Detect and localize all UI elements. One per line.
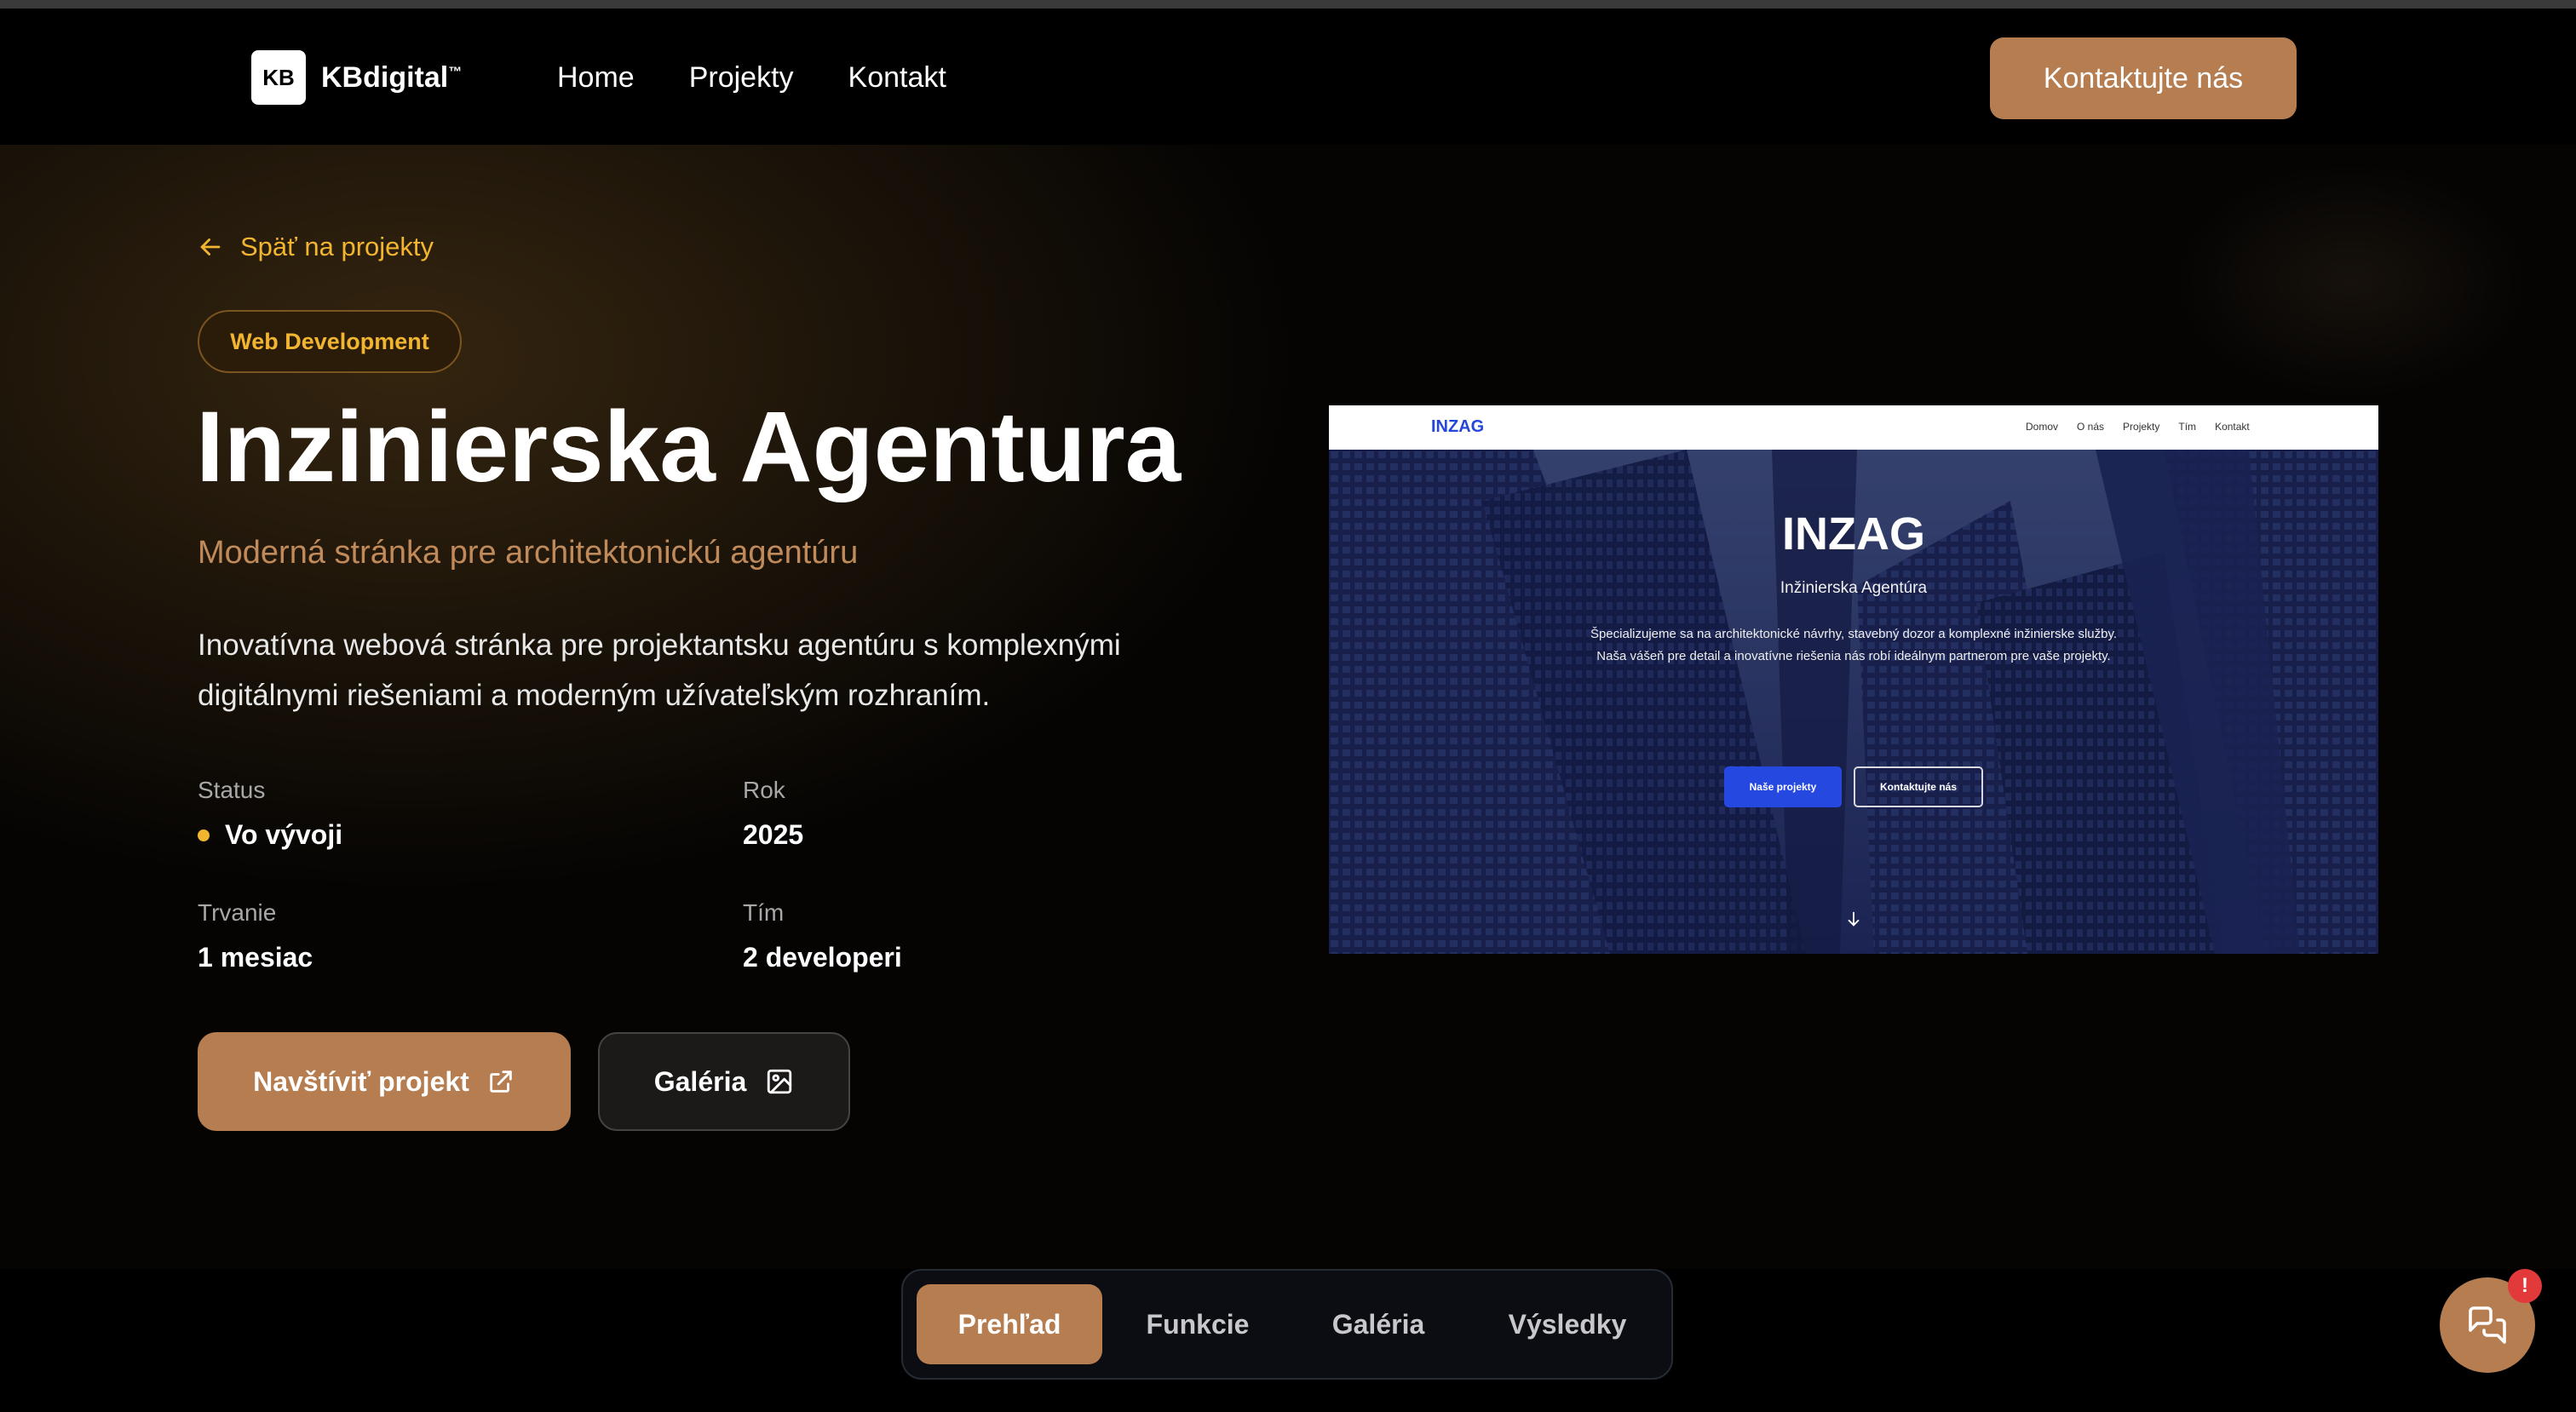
chat-bubbles-icon — [2469, 1306, 2506, 1344]
main-nav: Home Projekty Kontakt — [557, 61, 946, 95]
status-value: Vo vývoji — [198, 819, 342, 851]
year-label: Rok — [743, 777, 785, 803]
gallery-button[interactable]: Galéria — [598, 1032, 850, 1131]
site-header: KB KBdigital™ Home Projekty Kontakt Kont… — [0, 9, 2576, 145]
trademark-sign: ™ — [448, 65, 463, 80]
page-title: Inzinierska Agentura — [196, 391, 1182, 503]
preview-nav-item: Projekty — [2123, 421, 2160, 433]
site-logo[interactable]: KB KBdigital™ — [251, 50, 462, 105]
nav-projekty[interactable]: Projekty — [689, 61, 794, 95]
preview-subtitle: Inžinierska Agentúra — [1780, 579, 1928, 597]
visit-project-label: Navštíviť projekt — [253, 1065, 469, 1097]
image-icon — [768, 1069, 792, 1094]
preview-nav-item: Kontakt — [2215, 421, 2250, 433]
window-top-edge — [0, 0, 2576, 9]
status-text: Vo vývoji — [225, 819, 343, 850]
preview-nav-item: Tím — [2178, 421, 2197, 433]
project-subtitle: Moderná stránka pre architektonickú agen… — [198, 535, 859, 571]
back-to-projects-link[interactable]: Späť na projekty — [196, 232, 434, 262]
status-dot-icon — [198, 829, 210, 841]
arrow-left-icon — [200, 238, 221, 255]
category-badge: Web Development — [198, 310, 462, 373]
year-value: 2025 — [743, 819, 804, 850]
tab-galeria[interactable]: Galéria — [1293, 1284, 1463, 1364]
nav-home[interactable]: Home — [557, 61, 635, 95]
preview-navbar: INZAG Domov O nás Projekty Tím Kontakt — [1329, 405, 2378, 450]
duration-label: Trvanie — [198, 899, 277, 926]
preview-logo: INZAG — [1431, 417, 1485, 436]
preview-nav-item: Domov — [2026, 421, 2059, 433]
tab-vysledky[interactable]: Výsledky — [1474, 1284, 1661, 1364]
gallery-label: Galéria — [653, 1065, 747, 1097]
team-value: 2 developeri — [743, 942, 902, 973]
nav-kontakt[interactable]: Kontakt — [848, 61, 946, 95]
preview-text: Špecializujeme sa na architektonické náv… — [1590, 627, 2118, 663]
back-label: Späť na projekty — [240, 232, 434, 261]
section-tabs: Prehľad Funkcie Galéria Výsledky — [901, 1269, 1673, 1380]
status-label: Status — [198, 777, 266, 803]
logo-mark: KB — [251, 50, 306, 105]
preview-title: INZAG — [1782, 508, 1925, 560]
preview-projects-button: Naše projekty — [1724, 766, 1842, 807]
project-preview-image[interactable]: INZAG Domov O nás Projekty Tím Kontakt I… — [1329, 405, 2378, 954]
logo-text: KBdigital™ — [321, 61, 462, 95]
tab-prehlad[interactable]: Prehľad — [917, 1284, 1102, 1364]
duration-value: 1 mesiac — [198, 942, 313, 973]
arrow-down-icon — [1848, 911, 1860, 927]
preview-nav-item: O nás — [2077, 421, 2105, 433]
preview-nav-links: Domov O nás Projekty Tím Kontakt — [2026, 421, 2250, 433]
tab-funkcie[interactable]: Funkcie — [1113, 1284, 1283, 1364]
logo-name: KBdigital — [321, 60, 449, 94]
contact-button[interactable]: Kontaktujte nás — [1990, 37, 2297, 119]
notification-badge: ! — [2508, 1269, 2542, 1303]
external-link-icon — [490, 1070, 512, 1093]
project-description: Inovatívna webová stránka pre projektant… — [198, 629, 1121, 712]
preview-contact-button: Kontaktujte nás — [1854, 766, 1983, 807]
team-label: Tím — [743, 899, 785, 926]
visit-project-button[interactable]: Navštíviť projekt — [198, 1032, 571, 1131]
